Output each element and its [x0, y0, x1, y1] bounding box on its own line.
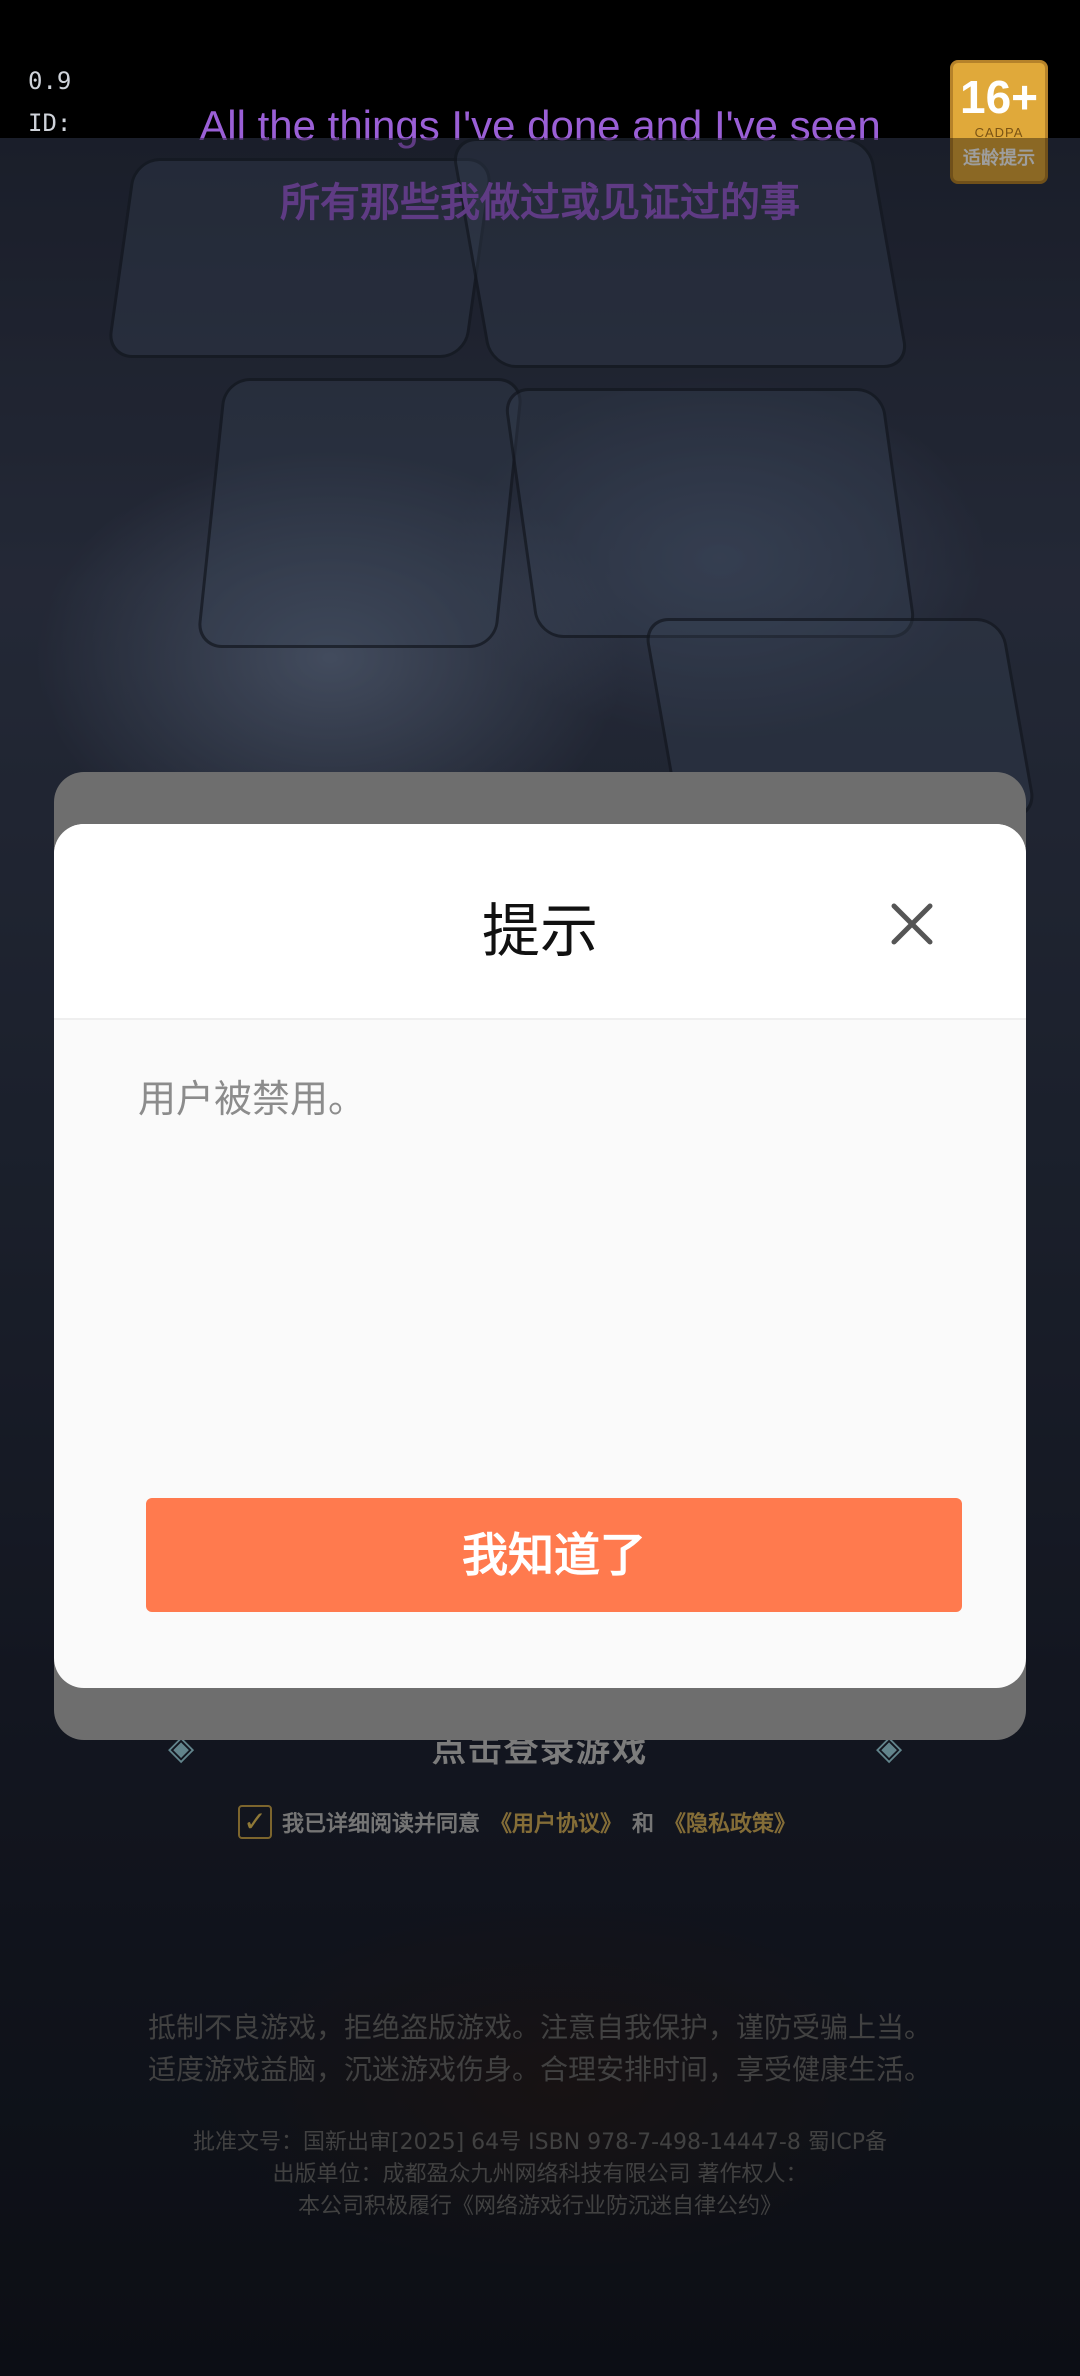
dialog-message: 用户被禁用。	[138, 1077, 367, 1121]
close-icon[interactable]	[884, 896, 940, 952]
age-rating-value: 16+	[959, 71, 1039, 123]
version-number: 0.9	[28, 67, 72, 95]
dialog-title: 提示	[481, 897, 598, 965]
alert-dialog: 提示 用户被禁用。 我知道了	[54, 824, 1026, 1688]
dialog-header: 提示	[54, 824, 1026, 1020]
acknowledge-button[interactable]: 我知道了	[146, 1498, 962, 1612]
